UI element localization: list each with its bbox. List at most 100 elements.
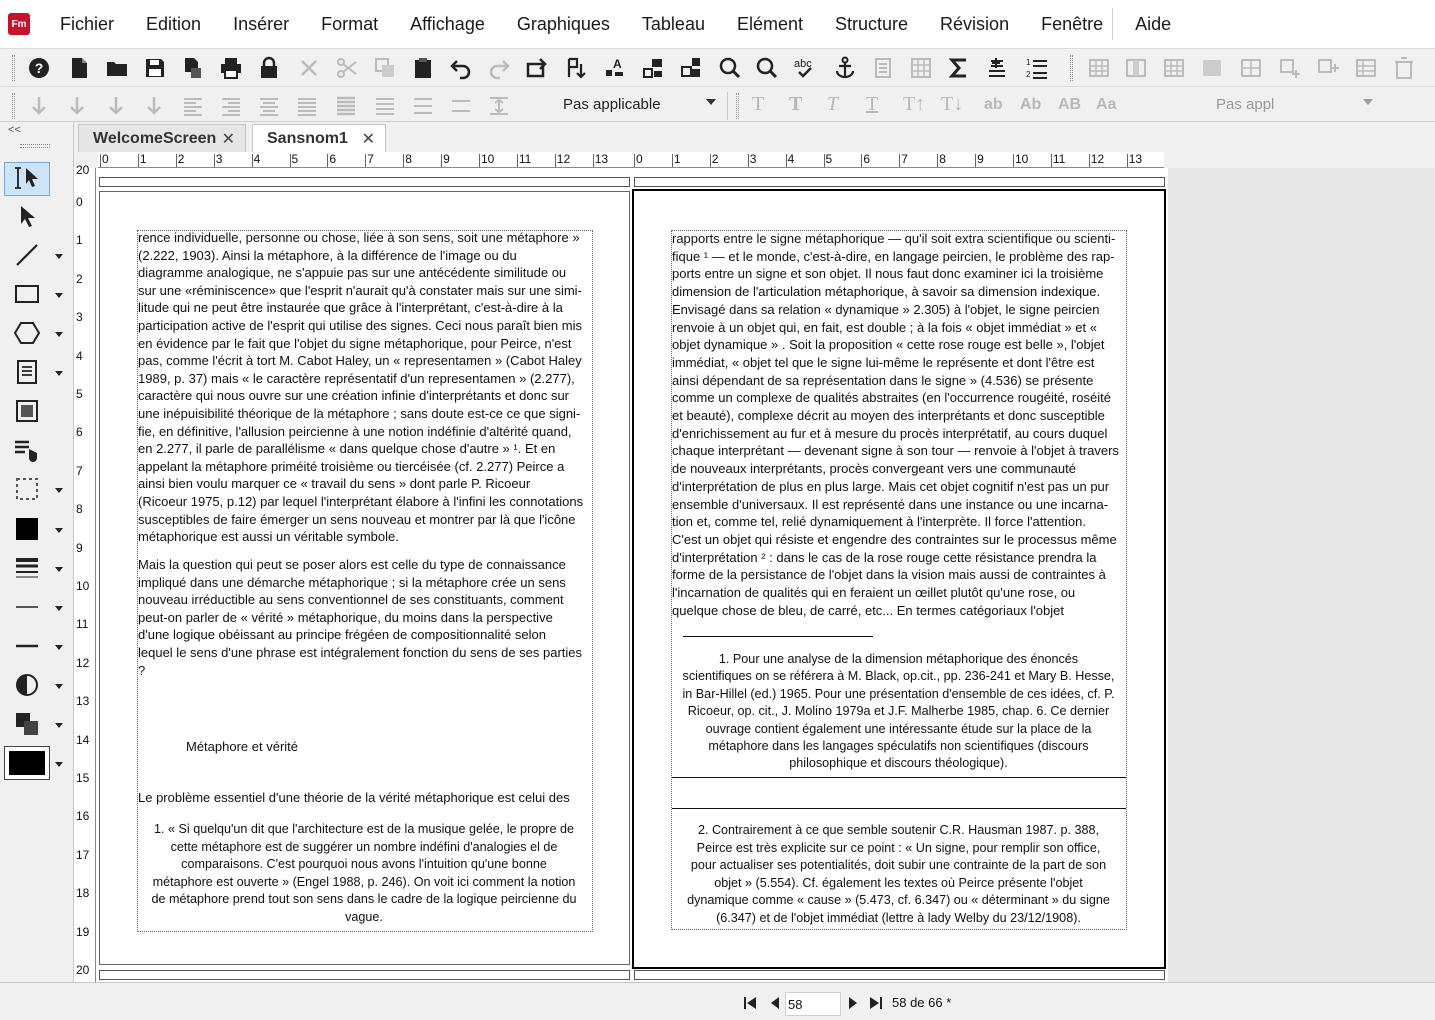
demote-icon[interactable] [26, 93, 52, 119]
overprint-tool-icon[interactable] [4, 707, 50, 741]
menu-inserer[interactable]: Insérer [217, 0, 305, 48]
polygon-tool-icon[interactable] [4, 316, 50, 350]
chevron-down-icon[interactable] [706, 99, 716, 105]
line-spacing-single-icon[interactable] [333, 93, 359, 119]
toolbar-grip[interactable] [12, 55, 15, 81]
line-spacing-double-icon[interactable] [448, 93, 474, 119]
next-page-icon[interactable] [845, 995, 861, 1011]
anchor-icon[interactable] [832, 55, 858, 81]
numbered-list-icon[interactable]: 12 [1024, 55, 1050, 81]
tab-sansnom1[interactable]: Sansnom1 ✕ [252, 124, 386, 152]
table-grid-icon[interactable] [908, 55, 934, 81]
spacing-icon[interactable]: A [602, 55, 628, 81]
menu-element[interactable]: Elément [721, 0, 819, 48]
italic-icon[interactable]: T [827, 93, 838, 116]
table-delete-icon[interactable] [1391, 55, 1417, 81]
table-add-column-icon[interactable] [1315, 55, 1341, 81]
variable-icon[interactable] [984, 55, 1010, 81]
last-page-icon[interactable] [868, 995, 884, 1011]
menu-tableau[interactable]: Tableau [626, 0, 721, 48]
previous-page-icon[interactable] [767, 995, 783, 1011]
chevron-down-icon[interactable] [55, 488, 63, 493]
chevron-down-icon[interactable] [55, 723, 63, 728]
anchored-frame-icon[interactable] [640, 55, 666, 81]
print-icon[interactable] [218, 55, 244, 81]
initial-caps-icon[interactable]: Ab [1020, 96, 1041, 114]
table-straddle-icon[interactable] [1161, 55, 1187, 81]
chevron-down-icon[interactable] [55, 684, 63, 689]
paragraph-format-dropdown[interactable]: Pas applicable [563, 91, 661, 117]
table-cells-icon[interactable] [1238, 55, 1264, 81]
group-select-tool-icon[interactable] [4, 472, 50, 506]
align-center-icon[interactable] [256, 93, 282, 119]
small-caps-icon[interactable]: Aa [1096, 96, 1116, 114]
subscript-icon[interactable]: T↓ [941, 93, 963, 116]
new-document-icon[interactable] [66, 55, 92, 81]
undo-icon[interactable] [448, 55, 474, 81]
menu-aide[interactable]: Aide [1119, 0, 1187, 48]
palette-grip[interactable] [20, 144, 50, 148]
chevron-down-icon[interactable] [1363, 99, 1373, 105]
menu-graphiques[interactable]: Graphiques [501, 0, 626, 48]
chevron-down-icon[interactable] [55, 332, 63, 337]
lowercase-icon[interactable]: ab [984, 96, 1003, 114]
align-justify-icon[interactable] [294, 93, 320, 119]
horizontal-ruler[interactable]: 0 1 2 3 4 5 6 7 8 9 10 11 12 13 0 1 2 3 4 5 6 7 8 9 10 11 12 13 [98, 152, 1164, 168]
line-width-tool-icon[interactable] [4, 551, 50, 585]
line-spacing-medium-icon[interactable] [372, 93, 398, 119]
document-canvas[interactable]: rence individuelle, personne ou chose, l… [96, 168, 1435, 982]
uppercase-icon[interactable]: AB [1058, 96, 1081, 114]
menu-revision[interactable]: Révision [924, 0, 1025, 48]
collapse-palette-button[interactable]: << [8, 124, 21, 136]
line-end-tool-icon[interactable] [4, 590, 50, 624]
find-replace-icon[interactable] [716, 55, 742, 81]
track-changes-icon[interactable] [563, 55, 589, 81]
toolbar-grip[interactable] [1070, 55, 1073, 81]
line-tool-icon[interactable] [4, 238, 50, 272]
tint-tool-icon[interactable] [4, 668, 50, 702]
chevron-down-icon[interactable] [55, 293, 63, 298]
chevron-down-icon[interactable] [55, 371, 63, 376]
table-insert-row-icon[interactable] [1086, 55, 1112, 81]
pen-color-swatch[interactable] [4, 746, 50, 780]
chevron-down-icon[interactable] [55, 567, 63, 572]
first-page-icon[interactable] [742, 995, 758, 1011]
menu-affichage[interactable]: Affichage [394, 0, 501, 48]
chevron-down-icon[interactable] [55, 762, 63, 767]
align-right-icon[interactable] [218, 93, 244, 119]
redo-icon[interactable] [486, 55, 512, 81]
vertical-ruler[interactable]: 20 0 1 2 3 4 5 6 7 8 9 10 11 12 13 14 15 16 17 18 19 20 [74, 164, 96, 982]
bold-icon[interactable]: T [789, 93, 802, 116]
line-spacing-wide-icon[interactable] [410, 93, 436, 119]
save-as-icon[interactable] [180, 55, 206, 81]
page-right[interactable]: rapports entre le signe métaphorique — q… [632, 189, 1166, 969]
chevron-down-icon[interactable] [55, 528, 63, 533]
menu-fenetre[interactable]: Fenêtre [1025, 0, 1119, 48]
table-format-icon[interactable] [1353, 55, 1379, 81]
select-object-tool-icon[interactable] [4, 200, 50, 234]
page-number-input[interactable] [785, 992, 841, 1016]
lock-icon[interactable] [256, 55, 282, 81]
toolbar-grip[interactable] [12, 93, 15, 119]
open-folder-icon[interactable] [104, 55, 130, 81]
chevron-down-icon[interactable] [55, 254, 63, 259]
chevron-down-icon[interactable] [55, 606, 63, 611]
table-insert-column-icon[interactable] [1123, 55, 1149, 81]
text-frame-tool-icon[interactable] [4, 355, 50, 389]
plain-text-icon[interactable]: T [752, 93, 764, 116]
paste-icon[interactable] [410, 55, 436, 81]
menu-edition[interactable]: Edition [130, 0, 217, 48]
delete-icon[interactable] [296, 55, 322, 81]
copy-icon[interactable] [372, 55, 398, 81]
sigma-equation-icon[interactable] [946, 55, 972, 81]
repeat-icon[interactable] [524, 55, 550, 81]
fill-color-swatch[interactable] [4, 512, 50, 546]
table-select-icon[interactable] [1199, 55, 1225, 81]
close-icon[interactable]: ✕ [222, 129, 235, 149]
superscript-icon[interactable]: T↑ [903, 93, 925, 116]
move-down-icon[interactable] [103, 93, 129, 119]
save-icon[interactable] [142, 55, 168, 81]
tab-welcomescreen[interactable]: WelcomeScreen ✕ [78, 124, 246, 152]
toolbar-grip[interactable] [736, 93, 739, 119]
move-up-icon[interactable] [141, 93, 167, 119]
